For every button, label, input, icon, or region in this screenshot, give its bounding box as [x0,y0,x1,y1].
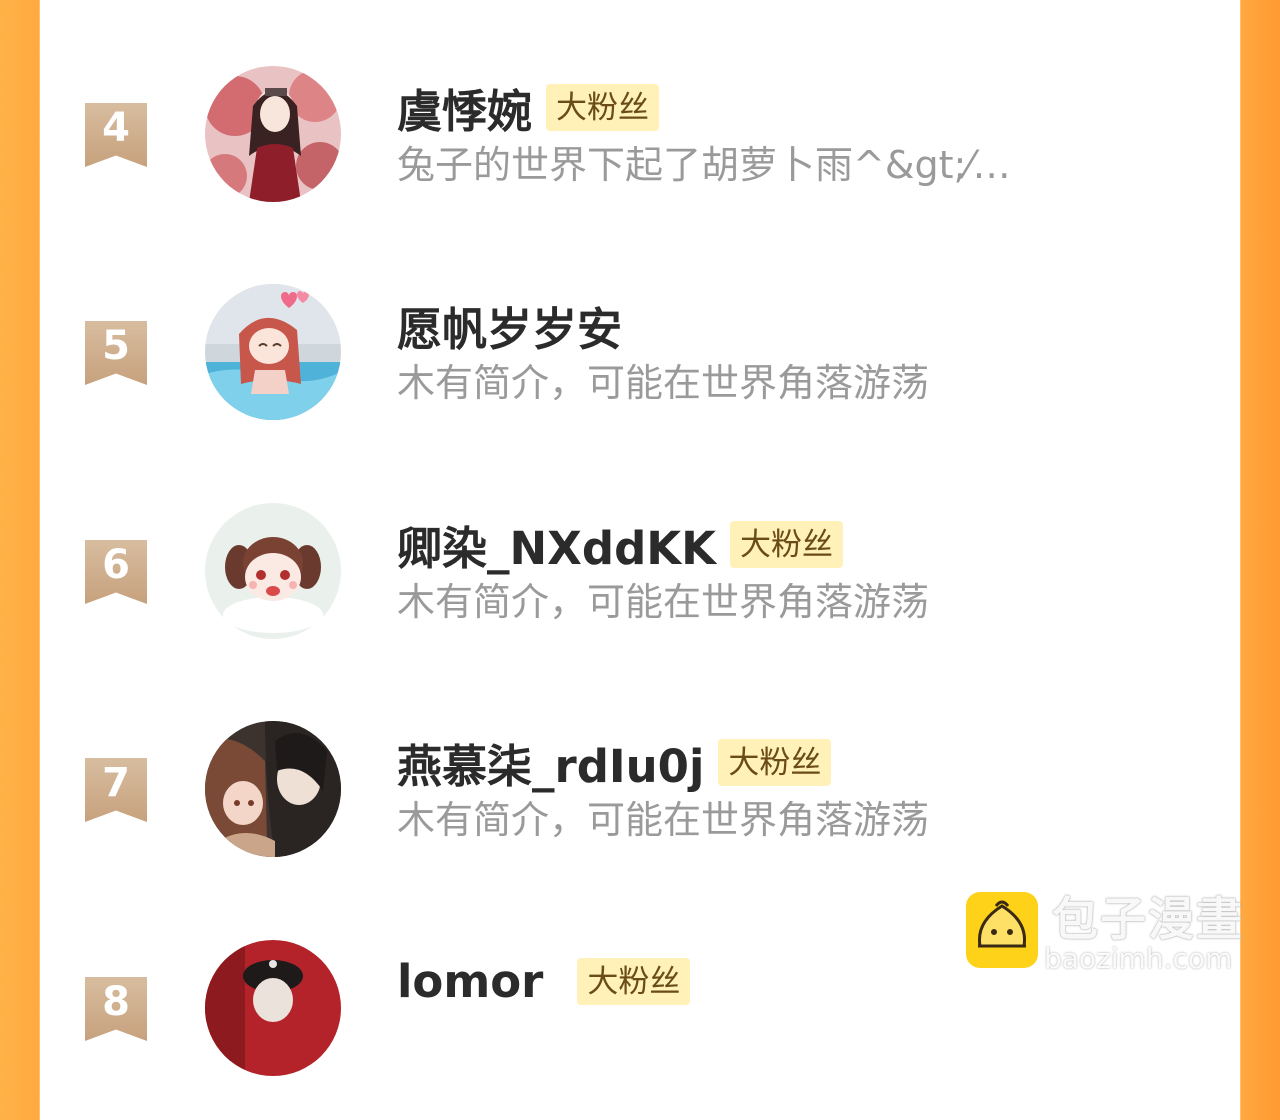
bun-logo-icon [966,892,1038,968]
name-line: 卿染_NXddKK 大粉丝 [397,518,844,575]
fan-name[interactable]: 燕慕柒_rdIu0j [397,730,704,795]
rank-ribbon: 8 [85,977,147,1041]
fan-ranking-panel: 4 虞悸婉 大粉丝 兔子的世界下起了胡萝卜雨^&gt;⁄… 5 愿帆岁岁安 木有… [41,0,1239,1076]
avatar[interactable] [205,66,341,202]
fan-name[interactable]: 卿染_NXddKK [397,512,716,577]
rank-ribbon: 5 [85,321,147,385]
fan-name[interactable]: 愿帆岁岁安 [397,293,622,358]
big-fan-badge: 大粉丝 [718,738,832,786]
big-fan-badge: 大粉丝 [730,520,844,568]
fan-list-item[interactable]: 4 虞悸婉 大粉丝 兔子的世界下起了胡萝卜雨^&gt;⁄… [41,66,1239,246]
watermark-url: baozimh.com [1044,942,1233,975]
fan-name[interactable]: lomor [397,955,543,1008]
fan-bio: 木有简介，可能在世界角落游荡 [397,580,930,624]
avatar[interactable] [205,503,341,639]
name-line: 燕慕柒_rdIu0j 大粉丝 [397,736,832,793]
fan-bio: 木有简介，可能在世界角落游荡 [397,798,930,842]
big-fan-badge: 大粉丝 [577,957,691,1005]
big-fan-badge: 大粉丝 [546,83,660,131]
fan-bio: 木有简介，可能在世界角落游荡 [397,361,930,405]
rank-ribbon: 4 [85,103,147,167]
avatar[interactable] [205,940,341,1076]
name-line: 虞悸婉 大粉丝 [397,81,660,138]
avatar[interactable] [205,284,341,420]
fan-list-item[interactable]: 6 卿染_NXddKK 大粉丝 木有简介，可能在世界角落游荡 [41,503,1239,683]
fan-list-item[interactable]: 7 燕慕柒_rdIu0j 大粉丝 木有简介，可能在世界角落游荡 [41,721,1239,901]
site-watermark: 包子漫畫 baozimh.com [966,892,1266,982]
avatar[interactable] [205,721,341,857]
fan-list-item[interactable]: 5 愿帆岁岁安 木有简介，可能在世界角落游荡 [41,284,1239,464]
rank-ribbon: 6 [85,540,147,604]
fan-name[interactable]: 虞悸婉 [397,75,532,140]
name-line: 愿帆岁岁安 [397,299,622,356]
rank-ribbon: 7 [85,758,147,822]
fan-bio: 兔子的世界下起了胡萝卜雨^&gt;⁄… [397,143,1011,187]
name-line: lomor 大粉丝 [397,955,691,1008]
watermark-title: 包子漫畫 [1052,892,1244,946]
